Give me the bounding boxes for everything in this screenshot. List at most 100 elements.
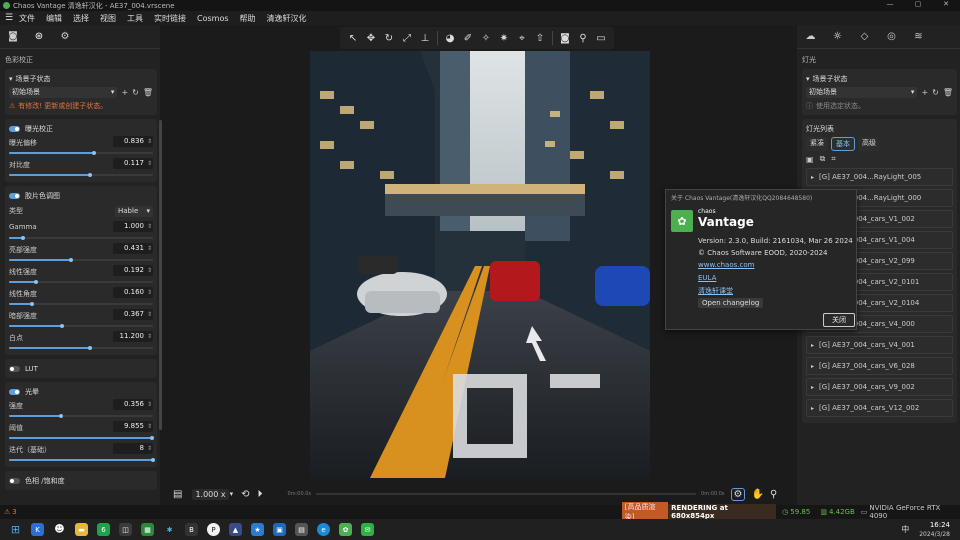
left-scrollbar[interactable] bbox=[159, 120, 162, 430]
expand-chevron-icon[interactable]: ▸ bbox=[811, 363, 814, 370]
menu-help[interactable]: 帮助 bbox=[240, 13, 256, 24]
pivot-icon[interactable]: ⊥ bbox=[416, 33, 434, 44]
color-balance-toggle[interactable] bbox=[9, 477, 20, 484]
param-value-field[interactable]: 1.000 bbox=[113, 221, 153, 232]
green-app-icon[interactable]: 6 bbox=[97, 523, 110, 536]
walk-mode-icon[interactable]: ⚲ bbox=[770, 489, 777, 500]
tonemap-toggle[interactable] bbox=[9, 192, 20, 199]
kingsoft-icon[interactable]: K bbox=[31, 523, 44, 536]
loop-icon[interactable]: ⟲ bbox=[241, 489, 249, 500]
light-list-item[interactable]: ▸ [G] AE37_004_cars_V4_001 bbox=[806, 336, 953, 354]
menu-file[interactable]: 文件 bbox=[19, 13, 35, 24]
light-list-item[interactable]: ▸ [G] AE37_004_cars_V9_002 bbox=[806, 378, 953, 396]
pick-focus-icon[interactable]: ⌖ bbox=[513, 33, 531, 44]
param-value-field[interactable]: 0.367 bbox=[113, 309, 153, 320]
walk-icon[interactable]: ⚲ bbox=[574, 33, 592, 44]
param-slider[interactable] bbox=[9, 414, 153, 418]
vantage-taskbar-icon[interactable]: ✿ bbox=[339, 523, 352, 536]
param-slider[interactable] bbox=[9, 302, 153, 306]
move-icon[interactable]: ✥ bbox=[362, 33, 380, 44]
p-app-icon[interactable]: P bbox=[207, 523, 220, 536]
color-correction-tab-icon[interactable]: ⊛ bbox=[26, 31, 52, 42]
wechat-icon[interactable]: ✉ bbox=[361, 523, 374, 536]
warning-icon[interactable]: ⚠ bbox=[4, 508, 10, 516]
layers-tab-icon[interactable]: ≋ bbox=[905, 31, 932, 42]
pick-sun-icon[interactable]: ✷ bbox=[495, 33, 513, 44]
param-value-field[interactable]: 0.431 bbox=[113, 243, 153, 254]
qq-icon[interactable]: ☻ bbox=[53, 523, 66, 536]
param-slider[interactable] bbox=[9, 236, 153, 240]
render-mode-icon[interactable]: ⚙ bbox=[730, 487, 746, 501]
param-slider[interactable] bbox=[9, 458, 155, 462]
menu-select[interactable]: 选择 bbox=[73, 13, 89, 24]
green-block-icon[interactable]: ▦ bbox=[141, 523, 154, 536]
expand-chevron-icon[interactable]: ▸ bbox=[811, 174, 814, 181]
exposure-toggle[interactable] bbox=[9, 125, 20, 132]
param-slider[interactable] bbox=[9, 258, 153, 262]
bloom-toggle[interactable] bbox=[9, 388, 20, 395]
param-value-field[interactable]: 0.192 bbox=[113, 265, 153, 276]
eula-link[interactable]: EULA bbox=[698, 274, 716, 282]
param-value-field[interactable]: 0.160 bbox=[113, 287, 153, 298]
play-icon[interactable]: ⏵ bbox=[258, 489, 263, 500]
expand-chevron-icon[interactable]: ▸ bbox=[811, 342, 814, 349]
refresh-icon[interactable]: ↻ bbox=[932, 88, 939, 97]
photos-icon[interactable]: ▲ bbox=[229, 523, 242, 536]
snapshot-icon[interactable]: ◙ bbox=[556, 33, 574, 44]
select-all-icon[interactable]: ⌗ bbox=[831, 154, 836, 164]
clock-date[interactable]: 2024/3/28 bbox=[919, 530, 950, 539]
menu-localization[interactable]: 清逸轩汉化 bbox=[267, 13, 307, 24]
chaos-link[interactable]: www.chaos.com bbox=[698, 261, 754, 269]
param-slider[interactable] bbox=[9, 173, 153, 177]
menu-edit[interactable]: 编辑 bbox=[46, 13, 62, 24]
edge-icon[interactable]: e bbox=[317, 523, 330, 536]
calculator-icon[interactable]: ▤ bbox=[295, 523, 308, 536]
menu-live-link[interactable]: 实时链接 bbox=[154, 13, 186, 24]
param-value-field[interactable]: 11.200 bbox=[113, 331, 153, 342]
display-icon[interactable]: ▭ bbox=[592, 33, 610, 44]
light-list-item[interactable]: ▸ [G] AE37_004_cars_V12_002 bbox=[806, 399, 953, 417]
scene-state-dropdown[interactable]: 初始场景 ▾ bbox=[9, 86, 118, 98]
file-explorer-icon[interactable]: ▬ bbox=[75, 523, 88, 536]
hand-icon[interactable]: ✋ bbox=[751, 489, 763, 500]
lut-toggle[interactable] bbox=[9, 365, 20, 372]
trash-icon[interactable]: 🗑 bbox=[143, 88, 153, 97]
gallery-icon[interactable]: ◫ bbox=[119, 523, 132, 536]
param-slider[interactable] bbox=[9, 151, 153, 155]
timeline-track[interactable] bbox=[316, 493, 697, 495]
clock-time[interactable]: 16:24 bbox=[919, 521, 950, 530]
add-icon[interactable]: + bbox=[921, 88, 928, 97]
param-slider[interactable] bbox=[9, 346, 153, 350]
zoom-dropdown-icon[interactable]: ▾ bbox=[230, 490, 234, 498]
effects-tab-icon[interactable]: ⚙ bbox=[52, 31, 78, 42]
cube-app-icon[interactable]: ▣ bbox=[273, 523, 286, 536]
menu-cosmos[interactable]: Cosmos bbox=[197, 14, 229, 23]
light-list-item[interactable]: ▸ [G] AE37_004_cars_V6_028 bbox=[806, 357, 953, 375]
objects-tab-icon[interactable]: ◇ bbox=[851, 31, 878, 42]
group-icon[interactable]: ⧉ bbox=[820, 154, 826, 164]
param-value-field[interactable]: 0.836 bbox=[113, 136, 153, 147]
rotate-icon[interactable]: ↻ bbox=[380, 33, 398, 44]
scene-state-dropdown[interactable]: 初始场景 ▾ bbox=[806, 86, 918, 98]
light-list-item[interactable]: ▸ [G] AE37_004...RayLight_005 bbox=[806, 168, 953, 186]
pick-light-icon[interactable]: ✧ bbox=[477, 33, 495, 44]
expand-chevron-icon[interactable]: ▸ bbox=[811, 405, 814, 412]
camera-tab-icon[interactable]: ◙ bbox=[0, 31, 26, 42]
pick-ground-icon[interactable]: ⇧ bbox=[531, 33, 549, 44]
param-slider[interactable] bbox=[9, 280, 153, 284]
refresh-icon[interactable]: ↻ bbox=[132, 88, 139, 97]
minimize-button[interactable]: — bbox=[876, 0, 904, 8]
scale-icon[interactable]: ⤢ bbox=[398, 33, 416, 44]
add-icon[interactable]: + bbox=[121, 88, 128, 97]
clapper-icon[interactable]: ▤ bbox=[173, 489, 182, 500]
pick-object-icon[interactable]: ✐ bbox=[459, 33, 477, 44]
maximize-button[interactable]: ▢ bbox=[904, 0, 932, 8]
dialog-close-button[interactable]: 关闭 bbox=[823, 313, 855, 327]
collapse-all-icon[interactable]: ▣ bbox=[806, 155, 814, 164]
param-slider[interactable] bbox=[9, 436, 154, 440]
view-compact[interactable]: 紧凑 bbox=[806, 137, 828, 151]
warning-count[interactable]: 3 bbox=[12, 508, 16, 516]
materials-tab-icon[interactable]: ◎ bbox=[878, 31, 905, 42]
menu-tools[interactable]: 工具 bbox=[127, 13, 143, 24]
lights-tab-icon[interactable]: ☼ bbox=[824, 31, 851, 42]
